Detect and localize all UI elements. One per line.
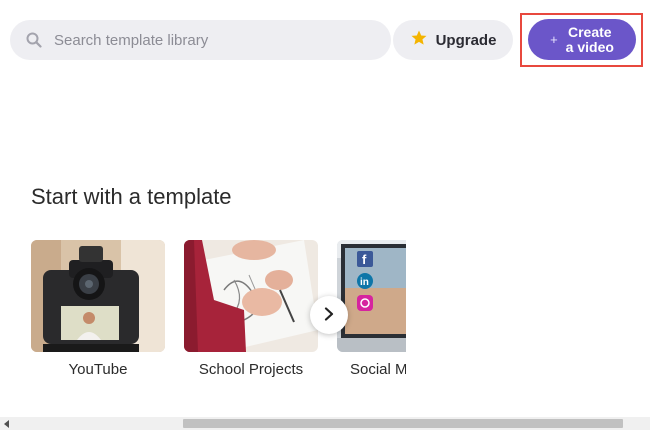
section-title: Start with a template	[31, 184, 232, 209]
search-icon	[24, 30, 44, 50]
template-label-school-projects: School Projects	[198, 361, 304, 378]
create-label-line2: a video	[565, 38, 614, 55]
carousel-next-button[interactable]	[310, 296, 348, 334]
youtube-thumbnail	[31, 240, 165, 352]
svg-text:f: f	[362, 252, 367, 267]
search-input[interactable]	[54, 25, 354, 55]
upgrade-label: Upgrade	[435, 31, 497, 49]
star-icon	[410, 29, 428, 51]
horizontal-scrollbar[interactable]	[0, 417, 650, 430]
template-label-social-media: Social Media	[350, 361, 406, 378]
create-label-line1: Create	[568, 23, 612, 40]
create-video-label: Create a video	[565, 23, 614, 55]
template-card-school-projects[interactable]: School Projects	[184, 240, 318, 378]
template-card-social-media[interactable]: f in Social Media	[337, 240, 406, 378]
school-projects-thumbnail	[184, 240, 318, 352]
scrollbar-thumb[interactable]	[183, 419, 623, 428]
search-bar[interactable]	[10, 20, 391, 60]
scroll-left-arrow-icon[interactable]	[2, 417, 12, 430]
create-video-button[interactable]: + Create a video	[528, 19, 636, 60]
plus-icon: +	[550, 32, 558, 47]
template-label-youtube: YouTube	[68, 361, 128, 378]
svg-text:in: in	[360, 277, 369, 288]
social-media-thumbnail: f in	[337, 240, 406, 352]
upgrade-button[interactable]: Upgrade	[393, 20, 513, 60]
chevron-right-icon	[323, 306, 335, 324]
template-card-youtube[interactable]: YouTube	[31, 240, 165, 378]
